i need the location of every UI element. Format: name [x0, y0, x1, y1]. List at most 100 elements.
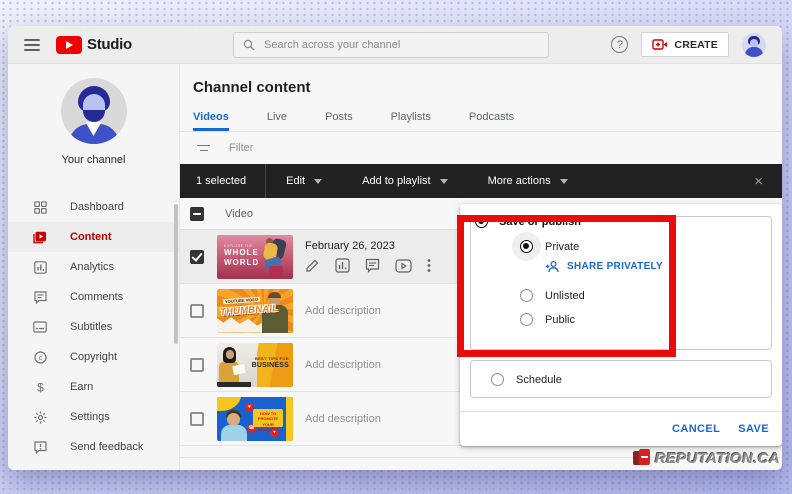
top-bar: Studio ? CREATE: [8, 26, 782, 64]
gear-icon: [32, 409, 48, 425]
video-plus-icon: [652, 39, 668, 50]
youtube-view-icon[interactable]: [395, 258, 412, 273]
add-to-playlist-dropdown[interactable]: Add to playlist: [342, 164, 467, 198]
feedback-icon: [32, 439, 48, 455]
thumb-text: HOW TO PROMOTE: [257, 410, 279, 422]
account-avatar[interactable]: [742, 32, 766, 57]
video-thumbnail[interactable]: ♥♥☎ HOW TO PROMOTEYOUR BUSINESS: [217, 396, 293, 441]
video-thumbnail[interactable]: EXPLORE THE WHOLE WORLD: [217, 234, 293, 279]
svg-text:c: c: [38, 355, 42, 362]
tab-live[interactable]: Live: [267, 105, 287, 131]
analytics-icon: [32, 259, 48, 275]
selected-count: 1 selected: [196, 175, 247, 187]
save-or-publish-label: Save or publish: [499, 215, 581, 228]
add-to-playlist-label: Add to playlist: [362, 175, 431, 187]
sidebar-item-comments[interactable]: Comments: [8, 282, 179, 312]
sidebar-item-analytics[interactable]: Analytics: [8, 252, 179, 282]
hamburger-menu-icon[interactable]: [24, 38, 40, 51]
sidebar-item-earn[interactable]: $ Earn: [8, 372, 179, 402]
share-person-icon: [545, 260, 559, 273]
sidebar-item-label: Content: [70, 231, 112, 243]
svg-text:$: $: [37, 381, 44, 394]
watermark-logo-icon: [632, 449, 651, 467]
sidebar-item-settings[interactable]: Settings: [8, 402, 179, 432]
more-actions-dropdown[interactable]: More actions: [468, 164, 588, 198]
share-privately-link[interactable]: SHARE PRIVATELY: [545, 260, 663, 273]
thumb-text: YOUR BUSINESS: [257, 421, 279, 433]
tab-playlists[interactable]: Playlists: [391, 105, 431, 131]
sidebar-scrollbar[interactable]: [174, 204, 178, 344]
close-icon[interactable]: ×: [754, 174, 782, 189]
more-options-icon[interactable]: [427, 258, 431, 273]
private-radio[interactable]: [520, 240, 533, 253]
schedule-radio[interactable]: [491, 373, 504, 386]
edit-dropdown[interactable]: Edit: [266, 164, 342, 198]
add-description-text[interactable]: Add description: [305, 359, 381, 371]
video-thumbnail[interactable]: BEST TIPS FOR BUSINESS: [217, 342, 293, 387]
row-checkbox[interactable]: [190, 303, 204, 318]
thumb-text: WORLD: [224, 257, 260, 267]
watermark-text: REPUTATION.CA: [654, 449, 780, 467]
filter-icon: [197, 144, 210, 153]
panel-footer: CANCEL SAVE: [460, 411, 782, 446]
sidebar-menu: Dashboard Content Analytics Comments Sub…: [8, 192, 179, 462]
thumb-text: YOUTUBE VIDEO: [222, 296, 261, 304]
search-icon: [243, 39, 255, 51]
video-thumbnail[interactable]: YOUTUBE VIDEO THUMBNAIL: [217, 288, 293, 333]
comments-icon[interactable]: [365, 258, 380, 273]
sidebar-item-label: Send feedback: [70, 441, 144, 453]
save-or-publish-radio[interactable]: [475, 215, 488, 228]
public-radio[interactable]: [520, 313, 533, 326]
sidebar-item-label: Dashboard: [70, 201, 124, 213]
more-actions-label: More actions: [487, 175, 551, 187]
create-label: CREATE: [674, 38, 718, 51]
page-title: Channel content: [193, 79, 311, 96]
row-checkbox[interactable]: [190, 411, 204, 426]
add-description-text[interactable]: Add description: [305, 413, 381, 425]
sidebar-item-label: Earn: [70, 381, 94, 393]
subtitles-icon: [32, 319, 48, 335]
filter-bar[interactable]: Filter: [180, 132, 782, 164]
row-checkbox[interactable]: [190, 249, 204, 264]
edit-pencil-icon[interactable]: [305, 258, 320, 273]
save-button[interactable]: SAVE: [738, 423, 769, 435]
share-privately-label: SHARE PRIVATELY: [567, 261, 663, 272]
analytics-icon[interactable]: [335, 258, 350, 273]
content-tabs: Videos Live Posts Playlists Podcasts: [180, 105, 782, 132]
chevron-down-icon: [314, 178, 323, 184]
thumb-text: BEST TIPS FOR: [254, 355, 289, 361]
chevron-down-icon: [439, 178, 448, 184]
save-or-publish-group: [470, 216, 772, 350]
sidebar-item-dashboard[interactable]: Dashboard: [8, 192, 179, 222]
tab-podcasts[interactable]: Podcasts: [469, 105, 514, 131]
channel-avatar[interactable]: [60, 78, 127, 144]
youtube-studio-logo[interactable]: Studio: [56, 35, 132, 54]
tab-videos[interactable]: Videos: [193, 105, 229, 131]
unlisted-radio[interactable]: [520, 289, 533, 302]
help-icon[interactable]: ?: [611, 36, 629, 53]
public-label: Public: [545, 313, 575, 326]
chevron-down-icon: [559, 178, 568, 184]
sidebar-item-send-feedback[interactable]: Send feedback: [8, 432, 179, 462]
add-description-text[interactable]: Add description: [305, 305, 381, 317]
search-bar[interactable]: [233, 32, 549, 58]
sidebar-item-content[interactable]: Content: [8, 222, 179, 252]
logo-text: Studio: [87, 36, 132, 53]
sidebar-item-label: Settings: [70, 411, 110, 423]
select-all-checkbox[interactable]: [190, 206, 204, 221]
watermark: REPUTATION.CA: [632, 449, 780, 467]
cancel-button[interactable]: CANCEL: [672, 423, 720, 435]
row-checkbox[interactable]: [190, 357, 204, 372]
search-input[interactable]: [264, 39, 539, 51]
comments-icon: [32, 289, 48, 305]
dollar-icon: $: [32, 379, 48, 395]
unlisted-label: Unlisted: [545, 289, 585, 302]
sidebar-item-copyright[interactable]: c Copyright: [8, 342, 179, 372]
create-button[interactable]: CREATE: [641, 32, 729, 57]
thumb-text: WHOLE: [224, 247, 259, 257]
schedule-group: Schedule: [470, 360, 772, 398]
sidebar-item-label: Analytics: [70, 261, 115, 273]
tab-posts[interactable]: Posts: [325, 105, 353, 131]
sidebar-item-subtitles[interactable]: Subtitles: [8, 312, 179, 342]
sidebar-item-label: Subtitles: [70, 321, 113, 333]
